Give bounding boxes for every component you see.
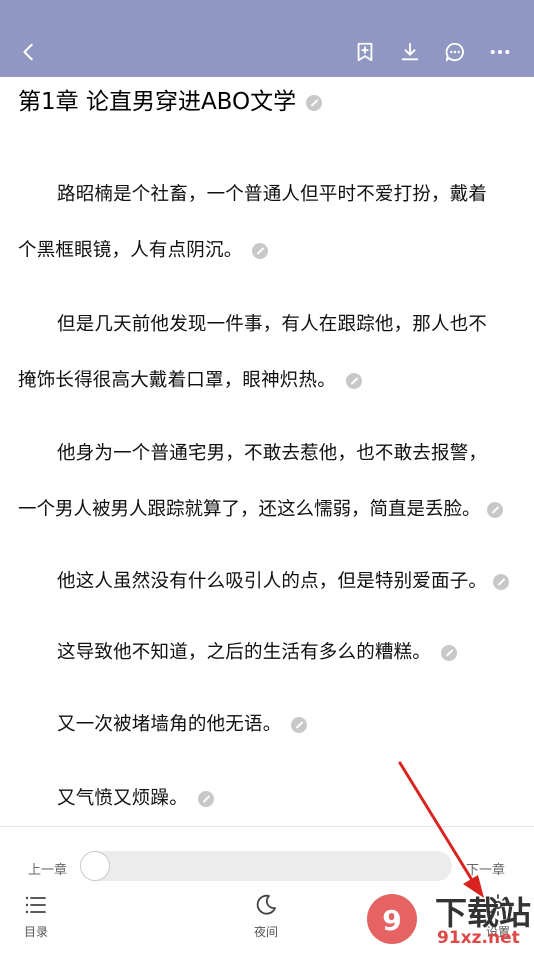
- annotate-icon[interactable]: [486, 502, 503, 518]
- paragraph-text: 一个男人被男人跟踪就算了，还这么懦弱，简直是丢脸。: [18, 499, 481, 520]
- list-icon: [25, 896, 46, 914]
- annotate-icon[interactable]: [291, 717, 308, 733]
- paragraph-line: 他这人虽然没有什么吸引人的点，但是特别爱面子。: [57, 567, 510, 593]
- back-icon[interactable]: [16, 39, 42, 65]
- paragraph-line: 他身为一个普通宅男，不敢去惹他，也不敢去报警，: [57, 443, 488, 464]
- paragraph-text: 个黑框眼镜，人有点阴沉。: [18, 240, 243, 261]
- night-mode-button[interactable]: 夜间: [236, 893, 296, 940]
- svg-text:9: 9: [382, 904, 401, 937]
- chapter-progress-slider[interactable]: [80, 851, 452, 881]
- paragraph-line: 又气愤又烦躁。: [57, 784, 214, 810]
- paragraph-text: 掩饰长得很高大戴着口罩，眼神炽热。: [18, 370, 336, 391]
- moon-icon: [256, 894, 276, 915]
- catalog-label: 目录: [23, 925, 48, 939]
- annotate-icon[interactable]: [345, 373, 362, 389]
- paragraph-text: 他这人虽然没有什么吸引人的点，但是特别爱面子。: [57, 571, 488, 592]
- night-label: 夜间: [253, 925, 278, 939]
- paragraph-line: 个黑框眼镜，人有点阴沉。: [18, 236, 269, 262]
- prev-chapter-button[interactable]: 上一章: [28, 859, 67, 878]
- annotate-icon[interactable]: [252, 243, 269, 259]
- paragraph-line: 这导致他不知道，之后的生活有多么的糟糕。: [57, 638, 458, 664]
- catalog-button[interactable]: 目录: [6, 893, 66, 940]
- slider-thumb[interactable]: [80, 851, 110, 881]
- paragraph-line: 路昭楠是个社畜，一个普通人但平时不爱打扮，戴着: [57, 184, 488, 205]
- paragraph-line: 又一次被堵墙角的他无语。: [57, 710, 308, 736]
- paragraph-line: 但是几天前他发现一件事，有人在跟踪他，那人也不: [57, 314, 488, 335]
- top-bar: [0, 0, 534, 77]
- chapter-title-text: 第1章 论直男穿进ABO文学: [18, 89, 297, 115]
- next-chapter-button[interactable]: 下一章: [466, 859, 505, 878]
- annotate-icon[interactable]: [197, 791, 214, 807]
- annotate-icon[interactable]: [306, 94, 323, 111]
- paragraph-text: 又气愤又烦躁。: [57, 788, 188, 809]
- comment-icon[interactable]: [442, 39, 468, 65]
- paragraph-line: 掩饰长得很高大戴着口罩，眼神炽热。: [18, 366, 362, 392]
- annotate-icon[interactable]: [493, 574, 510, 590]
- paragraph-line: 一个男人被男人跟踪就算了，还这么懦弱，简直是丢脸。: [18, 495, 503, 521]
- download-icon[interactable]: [397, 39, 423, 65]
- watermark-text-url: 91xz.net: [437, 928, 520, 948]
- bookmark-add-icon[interactable]: [352, 39, 378, 65]
- chapter-title: 第1章 论直男穿进ABO文学: [18, 82, 323, 116]
- paragraph-text: 这导致他不知道，之后的生活有多么的糟糕。: [57, 642, 432, 663]
- watermark-logo: 9 下载站 91xz.net: [365, 888, 534, 950]
- more-icon[interactable]: [487, 39, 513, 65]
- paragraph-text: 又一次被堵墙角的他无语。: [57, 714, 282, 735]
- annotate-icon[interactable]: [441, 645, 458, 661]
